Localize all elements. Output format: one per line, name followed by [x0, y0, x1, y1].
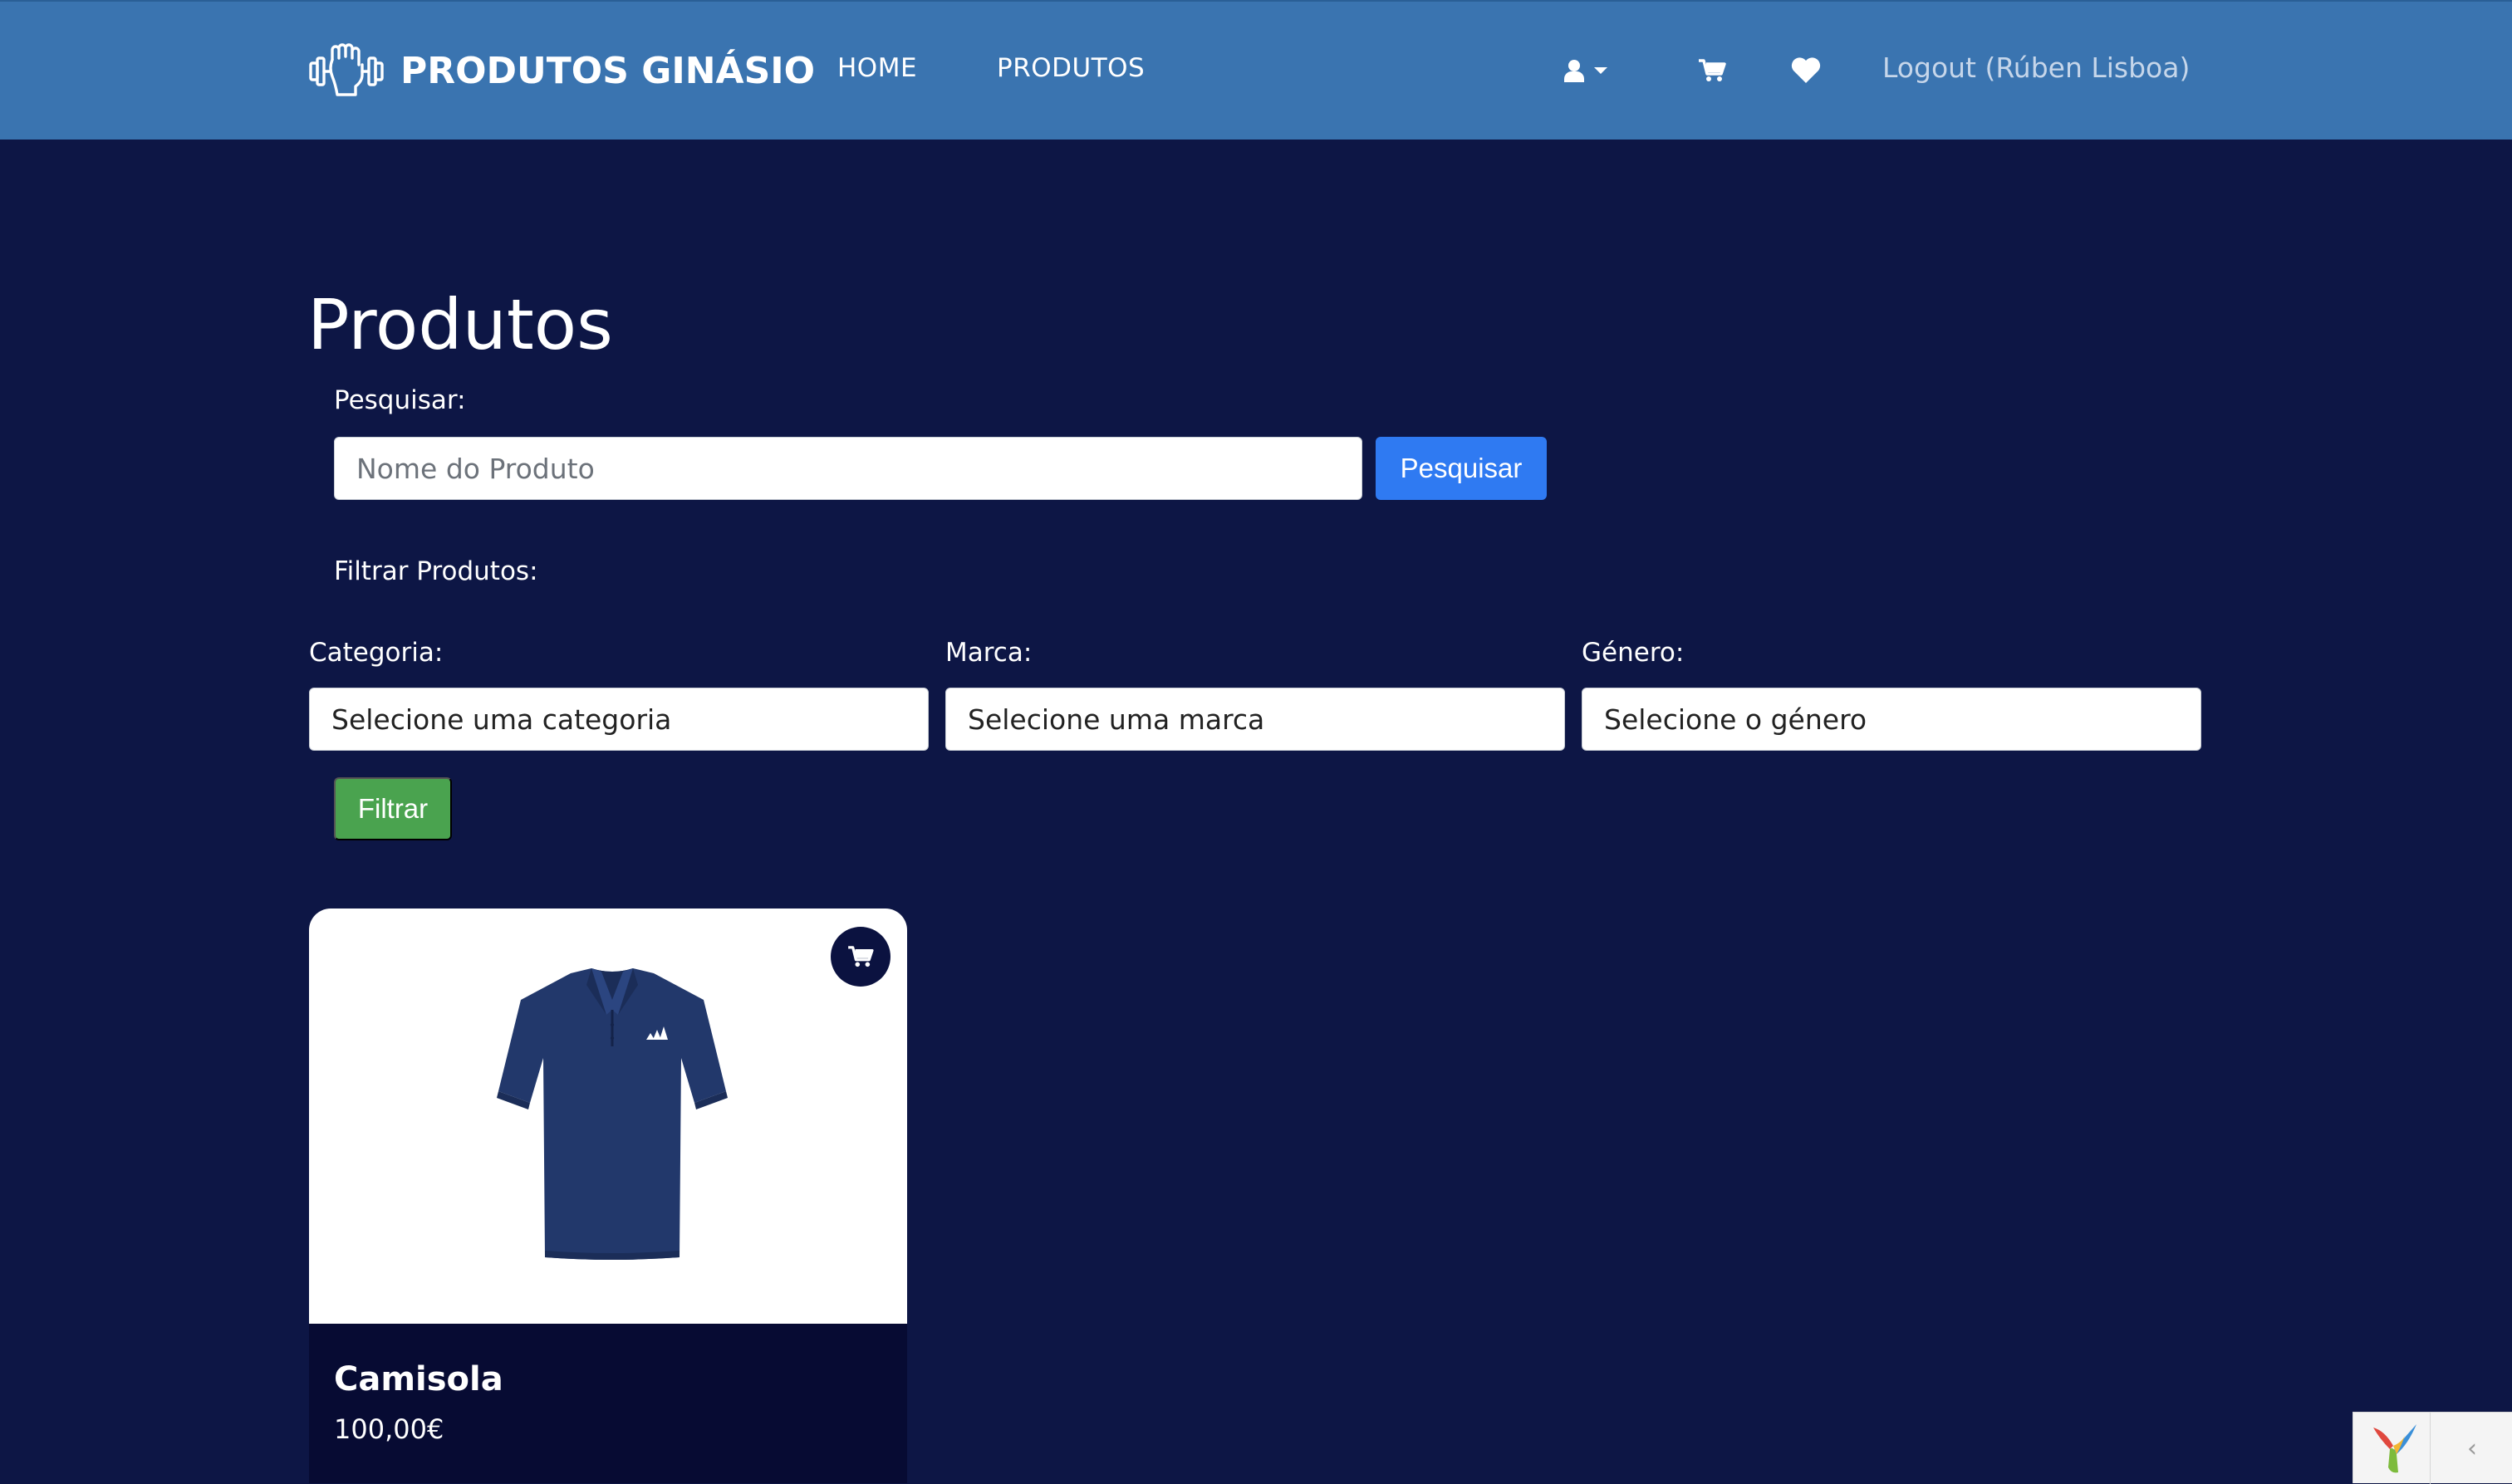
user-menu-dropdown[interactable] — [1563, 53, 1608, 88]
user-icon — [1564, 60, 1584, 82]
categoria-label: Categoria: — [309, 638, 444, 668]
filter-button[interactable]: Filtrar — [334, 777, 452, 840]
dumbbell-fist-logo-icon — [309, 43, 384, 96]
product-price: 100,00€ — [334, 1413, 444, 1445]
add-to-cart-button[interactable] — [831, 927, 890, 987]
chevron-left-icon[interactable]: ‹ — [2430, 1413, 2512, 1484]
genero-label: Género: — [1582, 638, 1685, 668]
caret-down-icon — [1594, 67, 1607, 74]
cart-icon — [1699, 59, 1726, 81]
product-name: Camisola — [334, 1360, 503, 1398]
navbar: PRODUTOS GINÁSIO HOME PRODUTOS Logout (R… — [0, 0, 2512, 140]
heart-icon — [1791, 57, 1821, 83]
cart-icon — [848, 946, 874, 967]
debug-toolbar[interactable]: ‹ — [2353, 1412, 2512, 1484]
nav-produtos-link[interactable]: PRODUTOS — [997, 53, 1145, 83]
nav-home-link[interactable]: HOME — [837, 53, 917, 83]
navy-polo-shirt-image — [497, 968, 728, 1260]
categoria-select[interactable]: Selecione uma categoria — [309, 688, 929, 751]
search-label: Pesquisar: — [334, 385, 466, 415]
logout-link[interactable]: Logout (Rúben Lisboa) — [1882, 51, 2190, 84]
filter-section-title: Filtrar Produtos: — [334, 556, 538, 586]
search-button[interactable]: Pesquisar — [1376, 437, 1547, 500]
cart-link[interactable] — [1698, 53, 1726, 88]
product-image-area[interactable] — [309, 909, 907, 1324]
search-input[interactable]: Nome do Produto — [334, 437, 1362, 500]
page-title: Produtos — [307, 284, 613, 365]
favorites-link[interactable] — [1791, 53, 1821, 88]
framework-logo-icon — [2373, 1424, 2416, 1473]
brand-link[interactable]: PRODUTOS GINÁSIO — [307, 43, 815, 98]
brand-name: PRODUTOS GINÁSIO — [400, 49, 816, 92]
genero-select[interactable]: Selecione o género — [1582, 688, 2201, 751]
marca-label: Marca: — [945, 638, 1033, 668]
product-card[interactable]: Camisola 100,00€ — [309, 909, 907, 1483]
marca-select[interactable]: Selecione uma marca — [945, 688, 1565, 751]
